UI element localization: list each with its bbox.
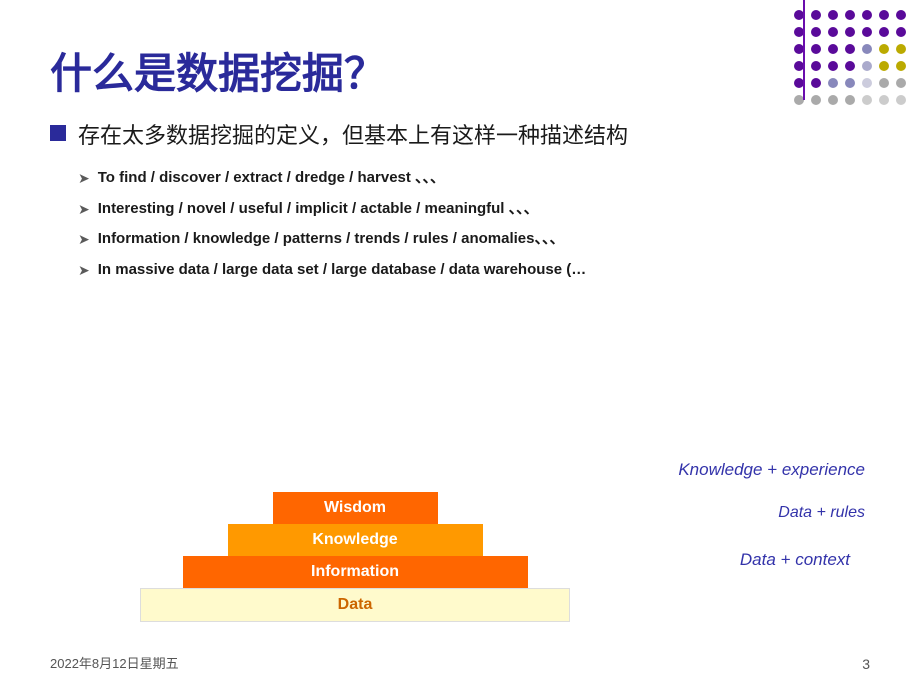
pyramid-data-row: Data <box>140 588 570 622</box>
dot <box>811 95 821 105</box>
vertical-line <box>803 0 805 100</box>
dot <box>862 10 872 20</box>
arrow-icon-1: ➤ <box>78 170 90 187</box>
dot <box>845 44 855 54</box>
dot <box>845 10 855 20</box>
dot <box>828 27 838 37</box>
dot <box>879 10 889 20</box>
label-data-rules: Data + rules <box>778 504 865 522</box>
dot <box>862 78 872 88</box>
dot <box>862 61 872 71</box>
arrow-icon-3: ➤ <box>78 231 90 248</box>
dot <box>828 44 838 54</box>
bullet-icon <box>50 125 66 141</box>
dot <box>879 78 889 88</box>
dot <box>811 27 821 37</box>
arrow-icon-4: ➤ <box>78 262 90 279</box>
sub-bullet-2: ➤ Interesting / novel / useful / implici… <box>78 198 870 221</box>
pyramid-bar-information: Information <box>183 556 528 588</box>
dot <box>896 95 906 105</box>
dot <box>879 61 889 71</box>
dot <box>811 44 821 54</box>
pyramid-knowledge-row: Knowledge <box>140 524 570 556</box>
sub-bullet-text-1: To find / discover / extract / dredge / … <box>98 167 445 190</box>
dot <box>828 95 838 105</box>
dot <box>862 44 872 54</box>
dot <box>862 95 872 105</box>
dot <box>828 10 838 20</box>
footer-date: 2022年8月12日星期五 <box>50 653 179 672</box>
dot <box>879 95 889 105</box>
dot <box>845 27 855 37</box>
dot <box>845 95 855 105</box>
pyramid-bar-wisdom: Wisdom <box>273 492 438 524</box>
dot <box>896 27 906 37</box>
slide-title: 什么是数据挖掘？ <box>50 40 870 101</box>
dot <box>845 78 855 88</box>
pyramid-information-row: Information <box>140 556 570 588</box>
pyramid-wisdom-row: Wisdom <box>140 492 570 524</box>
main-bullet-text: 存在太多数据挖掘的定义，但基本上有这样一种描述结构 <box>78 119 628 152</box>
sub-bullet-1: ➤ To find / discover / extract / dredge … <box>78 167 870 190</box>
sub-bullet-3: ➤ Information / knowledge / patterns / t… <box>78 228 870 251</box>
sub-bullet-text-2: Interesting / novel / useful / implicit … <box>98 198 539 221</box>
dot <box>828 61 838 71</box>
label-knowledge-experience: Knowledge + experience <box>678 460 865 480</box>
sub-bullet-4: ➤ In massive data / large data set / lar… <box>78 259 870 282</box>
dot <box>811 78 821 88</box>
dot <box>896 78 906 88</box>
arrow-icon-2: ➤ <box>78 201 90 218</box>
dot-grid <box>794 10 910 109</box>
page-number: 3 <box>862 656 870 672</box>
dot <box>862 27 872 37</box>
dot <box>896 10 906 20</box>
dot <box>879 44 889 54</box>
dot <box>845 61 855 71</box>
main-bullet: 存在太多数据挖掘的定义，但基本上有这样一种描述结构 <box>50 119 870 152</box>
pyramid-bar-data: Data <box>140 588 570 622</box>
dot <box>896 44 906 54</box>
label-data-context: Data + context <box>740 550 850 570</box>
dot <box>879 27 889 37</box>
sub-bullet-text-4: In massive data / large data set / large… <box>98 259 587 282</box>
pyramid-bar-knowledge: Knowledge <box>228 524 483 556</box>
sub-bullet-text-3: Information / knowledge / patterns / tre… <box>98 228 565 251</box>
sub-bullets-list: ➤ To find / discover / extract / dredge … <box>78 167 870 281</box>
dot <box>896 61 906 71</box>
dot <box>811 61 821 71</box>
pyramid-diagram: Wisdom Knowledge Information Data <box>140 492 570 622</box>
dot <box>828 78 838 88</box>
dot <box>811 10 821 20</box>
